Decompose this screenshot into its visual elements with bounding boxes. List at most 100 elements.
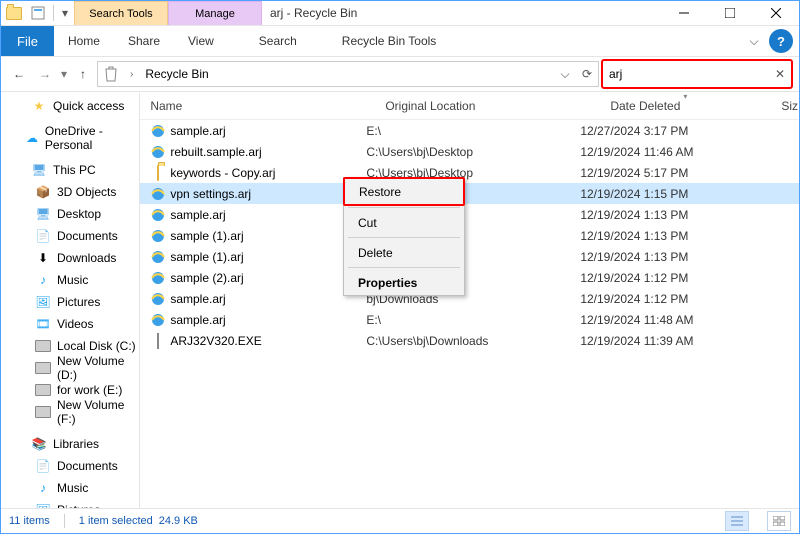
- file-original-location: C:\Users\bj\Desktop: [366, 145, 580, 159]
- navigation-pane[interactable]: ★Quick access ☁OneDrive - Personal 🖥This…: [1, 93, 140, 509]
- history-dropdown-icon[interactable]: ▾: [59, 62, 69, 86]
- file-name: sample.arj: [168, 124, 366, 138]
- manage-tab[interactable]: Manage: [168, 1, 262, 25]
- ctx-restore[interactable]: Restore: [343, 177, 465, 206]
- close-button[interactable]: [753, 1, 799, 25]
- window-title: arj - Recycle Bin: [262, 1, 661, 25]
- search-box[interactable]: ✕: [601, 59, 793, 89]
- search-input[interactable]: [607, 64, 773, 84]
- refresh-icon[interactable]: ⟳: [576, 63, 598, 85]
- file-row[interactable]: ARJ32V320.EXEC:\Users\bj\Downloads12/19/…: [140, 330, 799, 351]
- library-music[interactable]: ♪Music: [1, 477, 139, 499]
- file-name: sample.arj: [168, 292, 366, 306]
- file-name: sample.arj: [168, 208, 366, 222]
- maximize-button[interactable]: [707, 1, 753, 25]
- file-date-deleted: 12/19/2024 1:15 PM: [580, 187, 740, 201]
- properties-quick-icon[interactable]: [29, 4, 47, 22]
- file-row[interactable]: sample (1).arjbj\Downloads12/19/2024 1:1…: [140, 246, 799, 267]
- file-row[interactable]: rebuilt.sample.arjC:\Users\bj\Desktop12/…: [140, 141, 799, 162]
- file-row[interactable]: sample.arj 12/19/2024 1:13 PM: [140, 204, 799, 225]
- file-date-deleted: 12/19/2024 1:13 PM: [580, 229, 740, 243]
- ie-icon: [150, 312, 166, 328]
- file-date-deleted: 12/19/2024 5:17 PM: [580, 166, 740, 180]
- file-name: keywords - Copy.arj: [168, 166, 366, 180]
- help-icon[interactable]: ?: [769, 29, 793, 53]
- ie-icon: [150, 207, 166, 223]
- status-item-count: 11 items: [9, 515, 50, 527]
- file-row[interactable]: sample.arjE:\12/19/2024 11:48 AM: [140, 309, 799, 330]
- col-name[interactable]: Name: [140, 93, 375, 119]
- ie-icon: [150, 291, 166, 307]
- file-name: sample (1).arj: [168, 250, 366, 264]
- file-row[interactable]: sample (2).arjbj\Downloads12/19/2024 1:1…: [140, 267, 799, 288]
- ie-icon: [150, 186, 166, 202]
- recycle-bin-tools-tab[interactable]: Recycle Bin Tools: [328, 26, 451, 56]
- sidebar-videos[interactable]: 🎞Videos: [1, 313, 139, 335]
- column-headers: Name Original Location Date Deleted▾ Siz: [140, 93, 799, 120]
- file-original-location: E:\: [366, 124, 580, 138]
- status-selected-size: 24.9 KB: [159, 515, 198, 527]
- onedrive[interactable]: ☁OneDrive - Personal: [1, 127, 139, 149]
- file-date-deleted: 12/19/2024 1:13 PM: [580, 208, 740, 222]
- col-size[interactable]: Siz: [771, 93, 799, 119]
- sidebar-new-volume-d[interactable]: New Volume (D:): [1, 357, 139, 379]
- context-menu: Restore Cut Delete Properties: [343, 177, 465, 296]
- ie-icon: [150, 123, 166, 139]
- this-pc[interactable]: 🖥This PC: [1, 159, 139, 181]
- breadcrumb-recycle-bin[interactable]: Recycle Bin: [139, 67, 214, 81]
- file-date-deleted: 12/19/2024 1:13 PM: [580, 250, 740, 264]
- ctx-cut[interactable]: Cut: [344, 210, 464, 235]
- ie-icon: [150, 228, 166, 244]
- file-original-location: E:\: [366, 313, 580, 327]
- thumbnails-view-button[interactable]: [767, 511, 791, 531]
- file-tab[interactable]: File: [1, 26, 54, 56]
- address-bar[interactable]: › Recycle Bin ⌵ ⟳: [97, 61, 599, 87]
- col-date-deleted[interactable]: Date Deleted▾: [600, 93, 771, 119]
- file-date-deleted: 12/19/2024 11:39 AM: [580, 334, 740, 348]
- ie-icon: [150, 270, 166, 286]
- search-tools-tab[interactable]: Search Tools: [74, 1, 168, 25]
- ctx-properties[interactable]: Properties: [344, 270, 464, 295]
- home-tab[interactable]: Home: [54, 26, 114, 56]
- status-bar: 11 items 1 item selected 24.9 KB: [1, 508, 799, 533]
- ie-icon: [150, 144, 166, 160]
- file-name: sample.arj: [168, 313, 366, 327]
- title-bar: ▾ Search Tools Manage arj - Recycle Bin: [1, 1, 799, 26]
- libraries[interactable]: 📚Libraries: [1, 433, 139, 455]
- quick-access[interactable]: ★Quick access: [1, 95, 139, 117]
- ribbon: File Home Share View Search Recycle Bin …: [1, 26, 799, 57]
- file-name: sample (1).arj: [168, 229, 366, 243]
- file-row[interactable]: sample.arjbj\Downloads12/19/2024 1:12 PM: [140, 288, 799, 309]
- ctx-delete[interactable]: Delete: [344, 240, 464, 265]
- sidebar-new-volume-f[interactable]: New Volume (F:): [1, 401, 139, 423]
- minimize-button[interactable]: [661, 1, 707, 25]
- file-row[interactable]: vpn settings.arjE:\12/19/2024 1:15 PM: [140, 183, 799, 204]
- search-ribbon-tab[interactable]: Search: [228, 26, 328, 56]
- library-documents[interactable]: 📄Documents: [1, 455, 139, 477]
- sidebar-documents[interactable]: 📄Documents: [1, 225, 139, 247]
- up-button[interactable]: ↑: [71, 62, 95, 86]
- forward-button[interactable]: →: [33, 62, 57, 86]
- file-row[interactable]: keywords - Copy.arjC:\Users\bj\Desktop12…: [140, 162, 799, 183]
- folder-icon[interactable]: [5, 4, 23, 22]
- recycle-bin-icon: [102, 65, 120, 83]
- sort-desc-icon: ▾: [683, 92, 687, 101]
- sidebar-downloads[interactable]: ⬇Downloads: [1, 247, 139, 269]
- breadcrumb-root[interactable]: ›: [124, 69, 139, 80]
- qat-dropdown-icon[interactable]: ▾: [60, 4, 70, 22]
- sidebar-desktop[interactable]: 🖥Desktop: [1, 203, 139, 225]
- clear-search-icon[interactable]: ✕: [773, 67, 787, 81]
- sidebar-3d-objects[interactable]: 📦3D Objects: [1, 181, 139, 203]
- sidebar-pictures[interactable]: 🖼Pictures: [1, 291, 139, 313]
- expand-ribbon-icon[interactable]: ⌵: [739, 26, 769, 56]
- file-row[interactable]: sample (1).arjbj\Downloads12/19/2024 1:1…: [140, 225, 799, 246]
- share-tab[interactable]: Share: [114, 26, 174, 56]
- file-date-deleted: 12/19/2024 1:12 PM: [580, 292, 740, 306]
- file-row[interactable]: sample.arjE:\12/27/2024 3:17 PM: [140, 120, 799, 141]
- view-tab[interactable]: View: [174, 26, 228, 56]
- back-button[interactable]: ←: [7, 62, 31, 86]
- sidebar-music[interactable]: ♪Music: [1, 269, 139, 291]
- details-view-button[interactable]: [725, 511, 749, 531]
- col-original-location[interactable]: Original Location: [375, 93, 600, 119]
- address-dropdown-icon[interactable]: ⌵: [554, 63, 576, 85]
